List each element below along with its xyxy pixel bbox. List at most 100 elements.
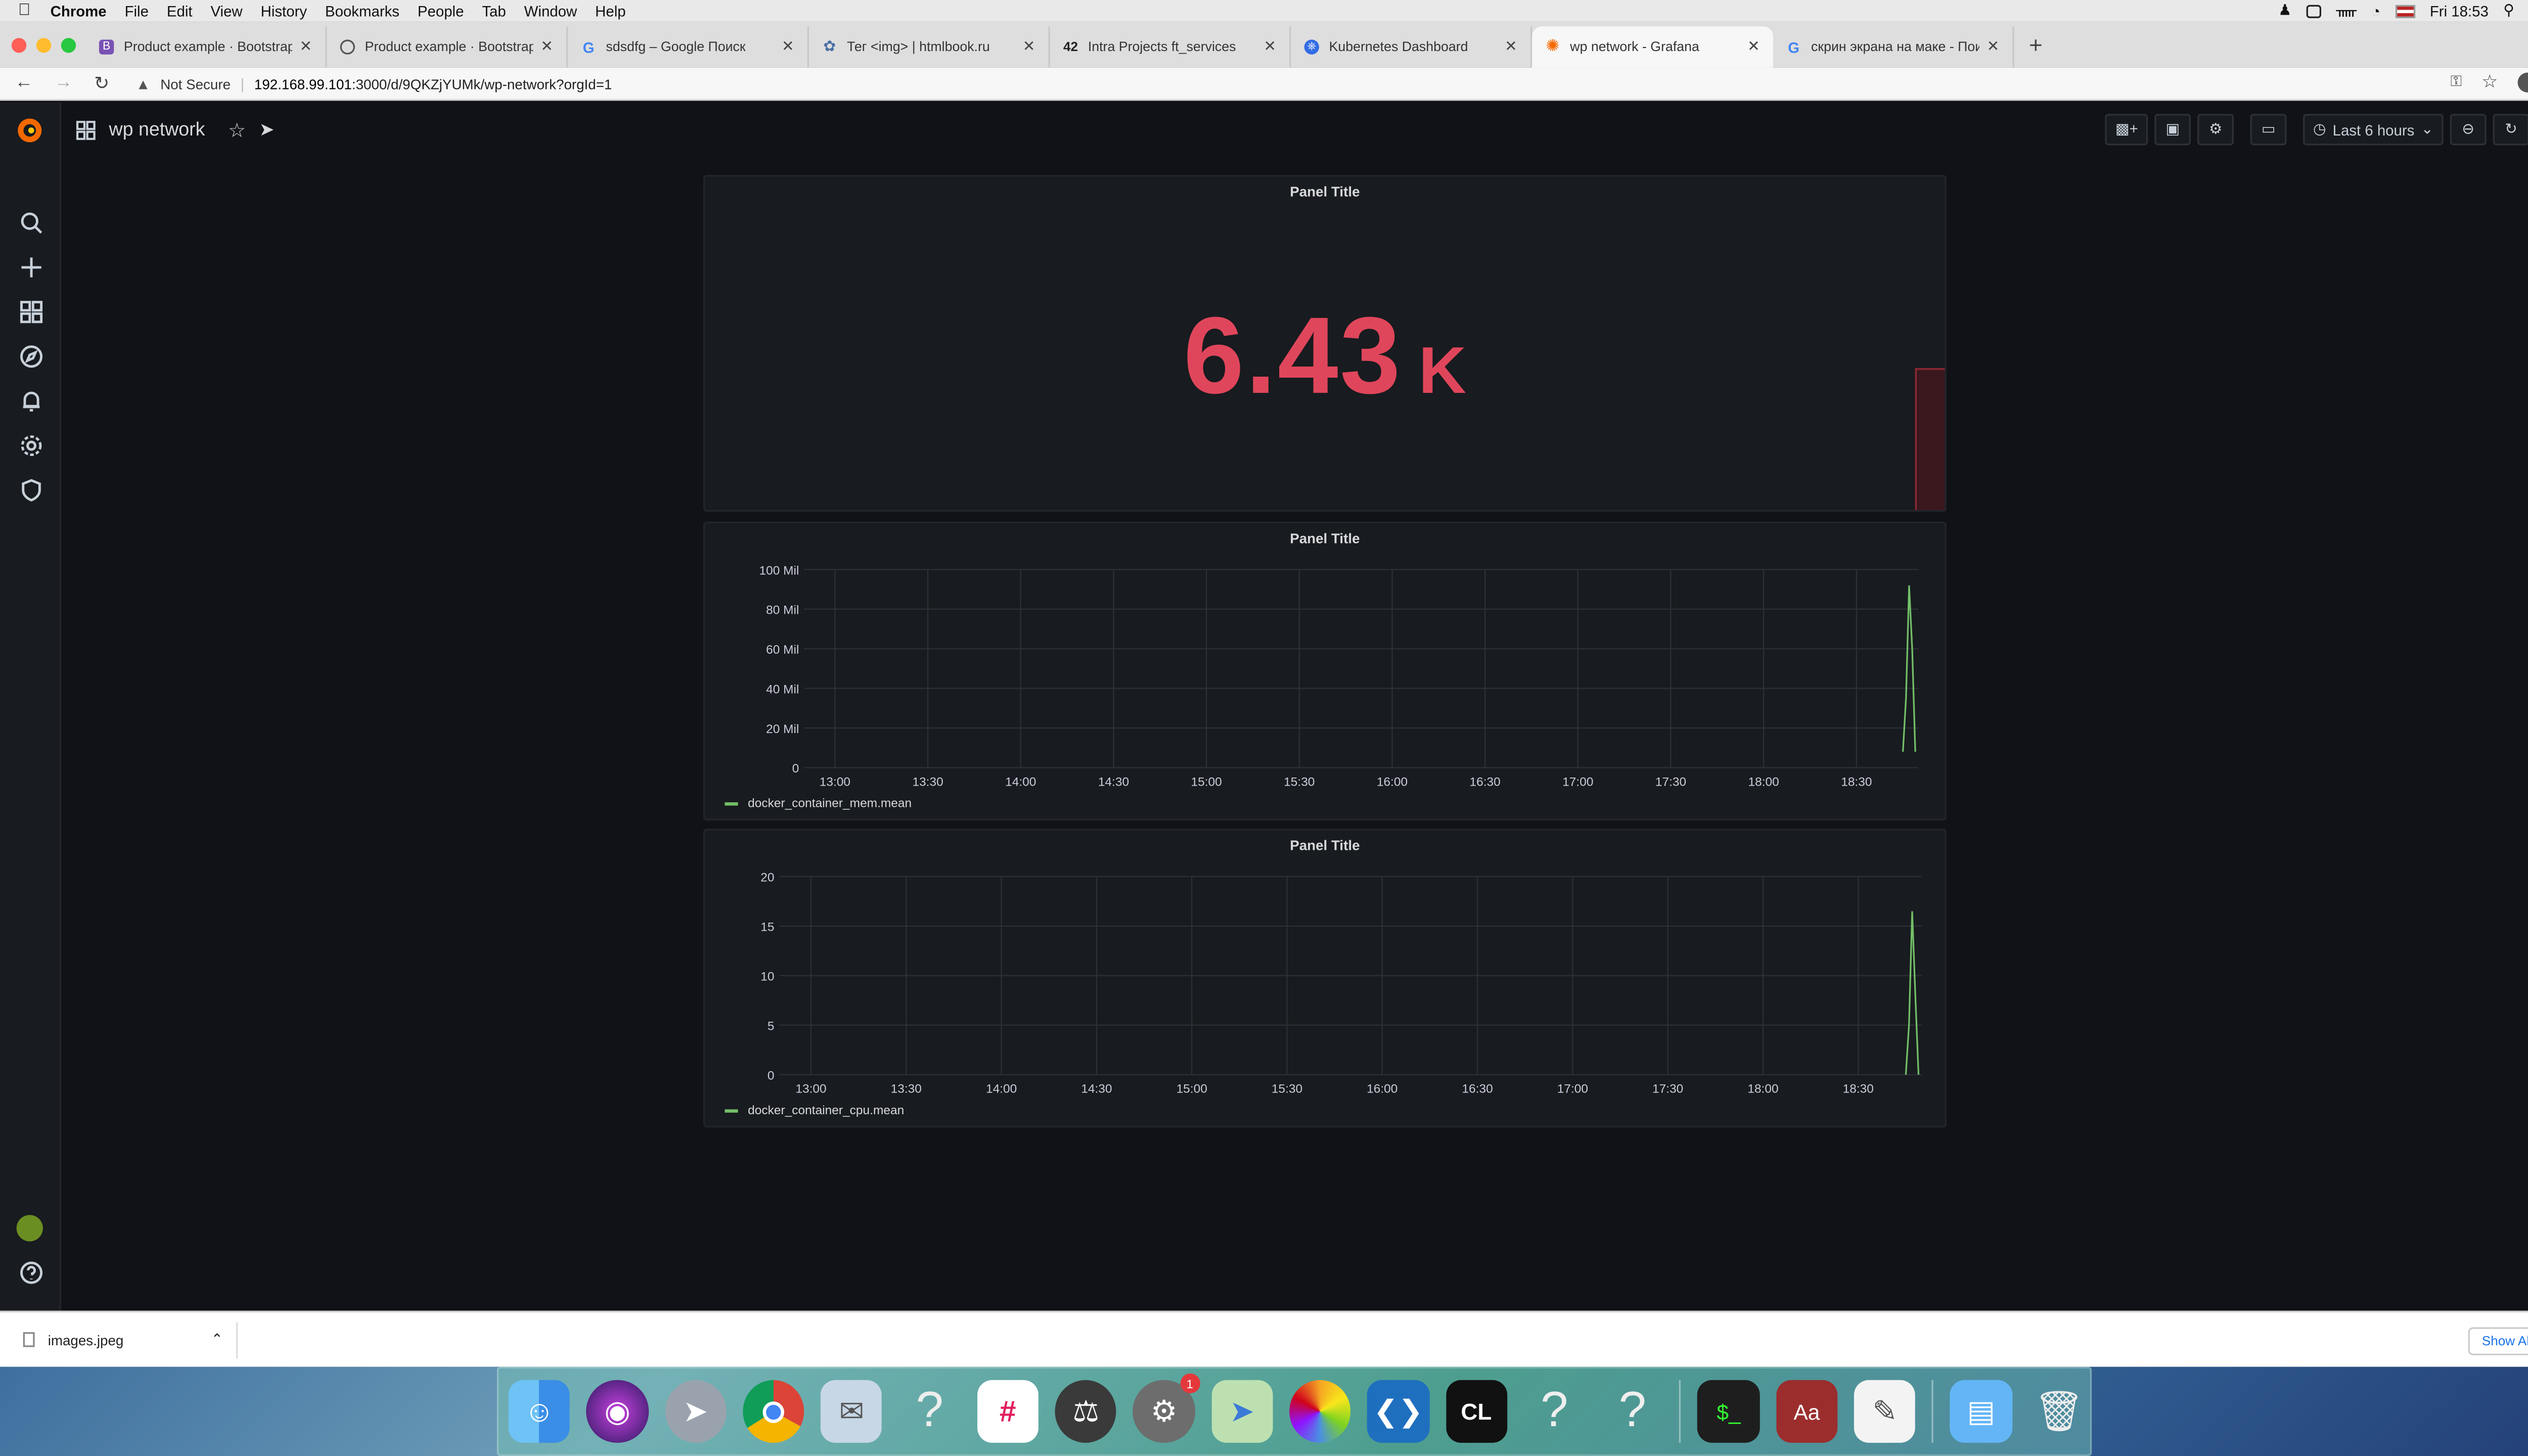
wifi-icon[interactable]: ◔ [2371,3,2380,19]
legend-label[interactable]: docker_container_cpu.mean [748,1103,904,1117]
security-label[interactable]: Not Secure [160,75,231,92]
zoom-out-button[interactable]: ⊖ [2450,114,2487,146]
warning-icon[interactable]: ▲ [136,75,150,92]
trash-icon[interactable]: 🗑 [2028,1380,2090,1443]
dashboards-icon[interactable] [76,120,96,140]
browser-tab-active[interactable]: ✺ wp network - Grafana ✕ [1532,26,1773,68]
chrome-icon[interactable] [743,1380,804,1443]
show-all-button[interactable]: Show All [2468,1327,2528,1355]
star-icon[interactable]: ☆ [228,118,246,141]
siri-icon[interactable]: ◉ [586,1380,648,1443]
finder-icon[interactable]: ☺ [508,1380,570,1443]
close-tab-icon[interactable]: ✕ [1505,38,1517,56]
graph-panel-mem[interactable]: Panel Title 0 20 Mil 40 Mil 60 Mil 80 Mil 100… [703,521,1947,821]
close-tab-icon[interactable]: ✕ [1263,38,1276,56]
user-icon[interactable]: ♟ [2278,2,2291,20]
browser-tab[interactable]: G sdsdfg – Google Поиск ✕ [568,26,809,68]
plus-icon[interactable] [18,254,43,279]
menu-bookmarks[interactable]: Bookmarks [325,3,399,19]
chevron-up-icon[interactable]: ⌃ [211,1331,223,1349]
textedit-icon[interactable]: ✎ [1854,1380,1916,1443]
terminal-icon[interactable]: $_ [1698,1380,1759,1443]
grafana-logo-icon[interactable] [15,116,44,146]
back-icon[interactable]: ← [15,73,33,94]
bell-icon[interactable] [18,388,43,413]
dictionary-icon[interactable]: Aa [1776,1380,1838,1443]
user-avatar[interactable] [16,1215,43,1242]
close-tab-icon[interactable]: ✕ [540,38,553,56]
mail-icon[interactable]: ✉ [821,1380,883,1443]
browser-tab[interactable]: G скрин экрана на маке - Поис ✕ [1773,26,2014,68]
browser-tab[interactable]: B Product example · Bootstrap v ✕ [86,26,327,68]
minimize-window-button[interactable] [36,37,52,52]
bluetooth-icon[interactable]: ᚅ [2336,2,2357,20]
panel-title[interactable]: Panel Title [705,183,1945,200]
menu-help[interactable]: Help [595,3,625,19]
search-icon[interactable] [18,210,43,235]
menu-view[interactable]: View [210,3,242,19]
apple-icon[interactable]:  [18,2,30,20]
add-panel-button[interactable]: ▩+ [2105,114,2148,146]
close-tab-icon[interactable]: ✕ [782,38,794,56]
stat-panel[interactable]: Panel Title 6.43 K [703,175,1947,512]
share-icon[interactable]: ➤ [259,119,274,140]
menu-people[interactable]: People [418,3,464,19]
x-tick-label: 17:00 [1562,775,1593,789]
menu-history[interactable]: History [261,3,307,19]
graph-panel-cpu[interactable]: Panel Title 0 5 10 15 20 13:00 13:30 14:00 14:30… [703,829,1947,1128]
download-item[interactable]: images.jpeg ⌃ [23,1321,238,1358]
close-tab-icon[interactable]: ✕ [1023,38,1035,56]
launchpad-icon[interactable]: ➤ [664,1380,727,1443]
close-tab-icon[interactable]: ✕ [299,38,312,56]
virtualbox-icon[interactable]: ⚖ [1055,1380,1117,1443]
settings-button[interactable]: ⚙ [2197,114,2234,146]
slack-icon[interactable]: # [977,1380,1039,1443]
refresh-button[interactable]: ↻ [2493,114,2528,146]
system-preferences-icon[interactable]: ⚙ 1 [1133,1373,1200,1443]
menu-file[interactable]: File [125,3,149,19]
reload-icon[interactable]: ↻ [94,73,109,94]
key-icon[interactable]: ⚿ [2451,73,2462,91]
unknown-app-icon[interactable]: ? [1523,1380,1585,1443]
folder-icon[interactable]: ▤ [1950,1380,2012,1443]
bookmark-star-icon[interactable]: ☆ [2481,71,2498,93]
help-icon[interactable] [18,1259,43,1284]
menu-tab[interactable]: Tab [482,3,506,19]
forward-icon[interactable]: → [55,73,73,94]
close-tab-icon[interactable]: ✕ [1987,38,2000,56]
omnibox[interactable]: ▲ Not Secure | 192.168.99.101:3000/d/9QK… [136,75,612,92]
clion-icon[interactable]: CL [1445,1380,1507,1443]
maps-icon[interactable]: ➤ [1211,1380,1273,1443]
vscode-icon[interactable]: ❮❯ [1367,1380,1429,1443]
browser-tab[interactable]: ✿ Тег <img> | htmlbook.ru ✕ [809,26,1050,68]
unknown-app-icon[interactable]: ? [1602,1380,1663,1443]
url-text[interactable]: 192.168.99.101:3000/d/9QKZjYUMk/wp-netwo… [254,75,612,92]
gear-icon[interactable] [18,433,43,458]
time-picker[interactable]: ◷ Last 6 hours ⌄ [2303,114,2444,146]
save-button[interactable]: ▣ [2154,114,2191,146]
menu-edit[interactable]: Edit [167,3,193,19]
photos-icon[interactable] [1289,1380,1351,1443]
tv-mode-button[interactable]: ▭ [2250,114,2287,146]
dashboards-icon[interactable] [18,299,43,324]
legend-label[interactable]: docker_container_mem.mean [748,796,912,810]
close-window-button[interactable] [11,37,27,52]
explore-icon[interactable] [18,343,43,368]
profile-icon[interactable] [2517,72,2528,92]
unknown-app-icon[interactable]: ? [899,1380,961,1443]
flag-icon[interactable] [2395,4,2415,18]
google-icon: G [1788,38,1800,56]
browser-tab[interactable]: Product example · Bootstrap v ✕ [327,26,568,68]
spotlight-icon[interactable]: ⚲ [2503,2,2514,20]
new-tab-button[interactable]: + [2029,31,2043,58]
browser-tab[interactable]: 42 Intra Projects ft_services ✕ [1050,26,1291,68]
airplay-icon[interactable] [2306,4,2322,18]
menu-window[interactable]: Window [524,3,577,19]
menu-app-name[interactable]: Chrome [51,3,107,19]
zoom-window-button[interactable] [61,37,76,52]
dashboard-title[interactable]: wp network [109,120,205,140]
close-tab-icon[interactable]: ✕ [1747,38,1760,56]
browser-tab[interactable]: ⎈ Kubernetes Dashboard ✕ [1291,26,1532,68]
shield-icon[interactable] [18,477,43,502]
clock[interactable]: Fri 18:53 [2430,3,2489,19]
